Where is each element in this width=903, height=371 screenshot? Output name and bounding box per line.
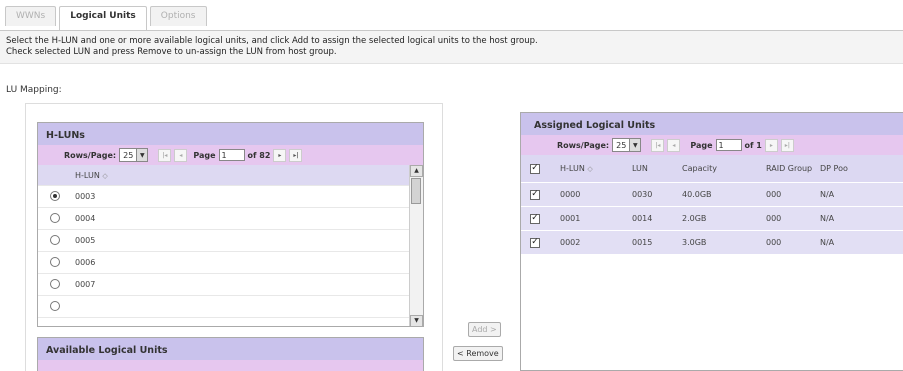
prev-page-icon[interactable]: ◂ bbox=[174, 148, 188, 162]
rows-per-page-label: Rows/Page: bbox=[64, 150, 117, 160]
available-lu-panel: Available Logical Units bbox=[37, 337, 424, 371]
page-label: Page bbox=[690, 140, 713, 150]
radio-button[interactable] bbox=[50, 278, 60, 289]
row-checkbox[interactable]: ✓ bbox=[530, 214, 540, 224]
table-row[interactable]: 0007 bbox=[38, 273, 410, 296]
table-header-row: H-LUN ◇ bbox=[38, 165, 410, 186]
instructions-line-1: Select the H-LUN and one or more availab… bbox=[6, 36, 538, 46]
scrollbar-thumb[interactable] bbox=[411, 178, 421, 204]
hluns-panel-title: H-LUNs bbox=[38, 123, 423, 145]
page-label: Page bbox=[193, 150, 216, 160]
assigned-pager: Rows/Page: 25 ▼ |◂ ◂ Page 1 of 1 ▸ ▸| bbox=[521, 135, 903, 155]
row-checkbox[interactable]: ✓ bbox=[530, 190, 540, 200]
scroll-up-icon[interactable]: ▲ bbox=[410, 165, 423, 177]
sort-icon: ◇ bbox=[102, 171, 108, 180]
column-header-capacity[interactable]: Capacity bbox=[681, 155, 765, 183]
table-row[interactable]: 0003 bbox=[38, 185, 410, 208]
lu-mapping-label: LU Mapping: bbox=[6, 85, 62, 95]
available-pager bbox=[38, 360, 423, 371]
row-checkbox[interactable]: ✓ bbox=[530, 238, 540, 248]
of-pages: of 82 bbox=[247, 150, 271, 160]
tab-wwns[interactable]: WWNs bbox=[5, 6, 57, 26]
first-page-icon[interactable]: |◂ bbox=[158, 148, 172, 162]
radio-button[interactable] bbox=[50, 190, 60, 201]
table-row[interactable]: 0004 bbox=[38, 207, 410, 230]
table-row[interactable]: ✓ 0002 0015 3.0GB 000 N/A bbox=[521, 230, 903, 255]
scroll-down-icon[interactable]: ▼ bbox=[410, 315, 423, 326]
of-pages: of 1 bbox=[744, 140, 762, 150]
column-header-raid-group[interactable]: RAID Group bbox=[765, 155, 819, 183]
column-header-hlun[interactable]: H-LUN ◇ bbox=[74, 165, 410, 186]
instructions: Select the H-LUN and one or more availab… bbox=[0, 30, 903, 64]
available-lu-title: Available Logical Units bbox=[38, 338, 423, 360]
radio-button[interactable] bbox=[50, 234, 60, 245]
table-row[interactable]: 0005 bbox=[38, 229, 410, 252]
rows-per-page-select[interactable]: 25 ▼ bbox=[612, 138, 642, 152]
radio-button[interactable] bbox=[50, 300, 60, 311]
column-header-hlun[interactable]: H-LUN ◇ bbox=[559, 155, 631, 183]
page-input[interactable]: 1 bbox=[218, 149, 245, 161]
prev-page-icon[interactable]: ◂ bbox=[667, 138, 681, 152]
radio-button[interactable] bbox=[50, 212, 60, 223]
next-page-icon[interactable]: ▸ bbox=[273, 148, 287, 162]
table-row[interactable]: 0006 bbox=[38, 251, 410, 274]
remove-button[interactable]: < Remove bbox=[453, 346, 503, 361]
tab-bar: WWNs Logical Units Options bbox=[5, 6, 207, 30]
column-header-lun[interactable]: LUN bbox=[631, 155, 681, 183]
hlun-table: H-LUN ◇ 0003 0004 0005 0006 0007 bbox=[38, 165, 410, 318]
page-input[interactable]: 1 bbox=[715, 139, 742, 151]
table-row[interactable]: ✓ 0000 0030 40.0GB 000 N/A bbox=[521, 182, 903, 207]
add-button[interactable]: Add > bbox=[468, 322, 501, 337]
table-row[interactable]: ✓ 0001 0014 2.0GB 000 N/A bbox=[521, 206, 903, 231]
select-all-checkbox[interactable]: ✓ bbox=[530, 164, 540, 174]
assigned-lu-panel: Assigned Logical Units Rows/Page: 25 ▼ |◂… bbox=[520, 112, 903, 371]
chevron-down-icon: ▼ bbox=[136, 149, 148, 161]
last-page-icon[interactable]: ▸| bbox=[289, 148, 303, 162]
tab-logical-units[interactable]: Logical Units bbox=[59, 6, 147, 30]
assigned-table: ✓ H-LUN ◇ LUN Capacity RAID Group DP Poo… bbox=[521, 155, 903, 255]
assigned-lu-title: Assigned Logical Units bbox=[521, 113, 903, 135]
table-header-row: ✓ H-LUN ◇ LUN Capacity RAID Group DP Poo bbox=[521, 155, 903, 183]
last-page-icon[interactable]: ▸| bbox=[780, 138, 794, 152]
scrollbar[interactable]: ▲ ▼ bbox=[409, 165, 423, 326]
tab-options[interactable]: Options bbox=[149, 6, 207, 26]
chevron-down-icon: ▼ bbox=[629, 139, 641, 151]
instructions-line-2: Check selected LUN and press Remove to u… bbox=[6, 47, 337, 57]
sort-icon: ◇ bbox=[587, 165, 593, 173]
radio-button[interactable] bbox=[50, 256, 60, 267]
first-page-icon[interactable]: |◂ bbox=[651, 138, 665, 152]
hluns-panel: H-LUNs Rows/Page: 25 ▼ |◂ ◂ Page 1 of 82 … bbox=[37, 122, 424, 327]
rows-per-page-label: Rows/Page: bbox=[557, 140, 610, 150]
next-page-icon[interactable]: ▸ bbox=[764, 138, 778, 152]
table-row[interactable] bbox=[38, 295, 410, 318]
column-header-dp-pool[interactable]: DP Poo bbox=[819, 155, 903, 183]
hluns-pager: Rows/Page: 25 ▼ |◂ ◂ Page 1 of 82 ▸ ▸| bbox=[38, 145, 423, 165]
rows-per-page-select[interactable]: 25 ▼ bbox=[119, 148, 149, 162]
